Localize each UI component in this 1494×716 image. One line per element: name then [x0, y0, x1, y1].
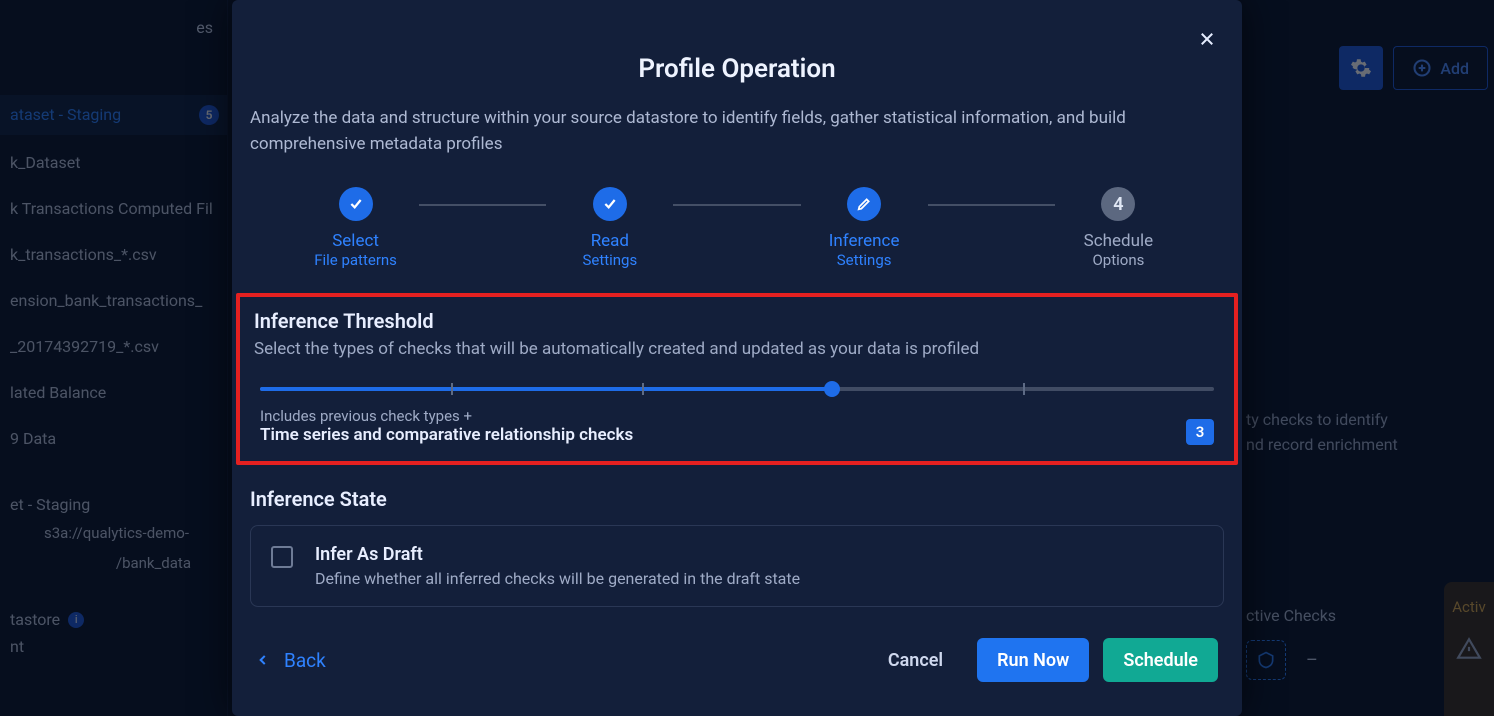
- inference-threshold-section: Inference Threshold Select the types of …: [236, 293, 1238, 465]
- infer-as-draft-checkbox[interactable]: [271, 546, 293, 568]
- threshold-caption-line2: Time series and comparative relationship…: [260, 425, 633, 445]
- threshold-value-badge: 3: [1186, 419, 1214, 445]
- modal-footer: Back Cancel Run Now Schedule: [232, 634, 1242, 716]
- inference-state-title: Inference State: [250, 487, 1224, 511]
- step-number: 4: [1101, 187, 1135, 221]
- infer-as-draft-title: Infer As Draft: [315, 544, 800, 565]
- check-icon: [339, 187, 373, 221]
- inference-threshold-slider[interactable]: [260, 381, 1214, 397]
- infer-as-draft-desc: Define whether all inferred checks will …: [315, 569, 800, 588]
- inference-threshold-desc: Select the types of checks that will be …: [254, 339, 1220, 359]
- slider-thumb[interactable]: [824, 381, 840, 397]
- run-now-button[interactable]: Run Now: [977, 638, 1089, 682]
- modal-title: Profile Operation: [232, 0, 1242, 84]
- threshold-caption-line1: Includes previous check types +: [260, 407, 633, 425]
- pencil-icon: [847, 187, 881, 221]
- schedule-button[interactable]: Schedule: [1103, 638, 1218, 682]
- step-inference[interactable]: Inference Settings: [801, 187, 928, 269]
- back-label: Back: [284, 649, 326, 672]
- back-button[interactable]: Back: [256, 649, 326, 672]
- inference-state-section: Inference State Infer As Draft Define wh…: [250, 487, 1224, 607]
- close-icon: [1198, 30, 1216, 48]
- cancel-button[interactable]: Cancel: [868, 638, 963, 682]
- step-read[interactable]: Read Settings: [546, 187, 673, 269]
- modal-description: Analyze the data and structure within yo…: [232, 84, 1242, 157]
- inference-threshold-title: Inference Threshold: [254, 309, 1220, 333]
- step-select[interactable]: Select File patterns: [292, 187, 419, 269]
- stepper: Select File patterns Read Settings Infer…: [292, 187, 1182, 269]
- infer-as-draft-option[interactable]: Infer As Draft Define whether all inferr…: [250, 525, 1224, 607]
- profile-operation-modal: Profile Operation Analyze the data and s…: [232, 0, 1242, 716]
- close-button[interactable]: [1198, 30, 1216, 48]
- check-icon: [593, 187, 627, 221]
- step-schedule[interactable]: 4 Schedule Options: [1055, 187, 1182, 269]
- chevron-left-icon: [256, 651, 270, 669]
